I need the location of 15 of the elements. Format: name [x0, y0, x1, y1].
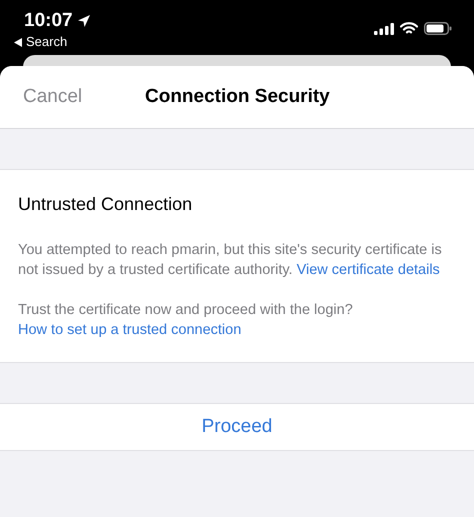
back-link[interactable]: Search: [14, 34, 91, 50]
back-triangle-icon: [14, 38, 22, 46]
help-link[interactable]: View certificate details: [296, 262, 440, 278]
clock-time: 10:07: [24, 10, 73, 32]
help-link[interactable]: How to set up a trusted connection: [18, 322, 242, 338]
cancel-button[interactable]: Cancel: [23, 82, 82, 112]
location-arrow-icon: [76, 14, 91, 28]
info-paragraph: You attempted to reach pmarin, but this site's security certificate is not issued by a trusted certificate authority. View certificate details: [18, 241, 443, 280]
section-title: Untrusted Connection: [18, 193, 194, 216]
proceed-button[interactable]: Proceed: [202, 412, 272, 442]
signal-icon: [374, 22, 394, 34]
battery-icon: [424, 22, 452, 35]
wifi-icon: [400, 22, 418, 35]
info-paragraph: Trust the certificate now and proceed with the login? How to set up a trusted connection: [18, 301, 354, 340]
sheet-title: Connection Security: [145, 84, 330, 109]
